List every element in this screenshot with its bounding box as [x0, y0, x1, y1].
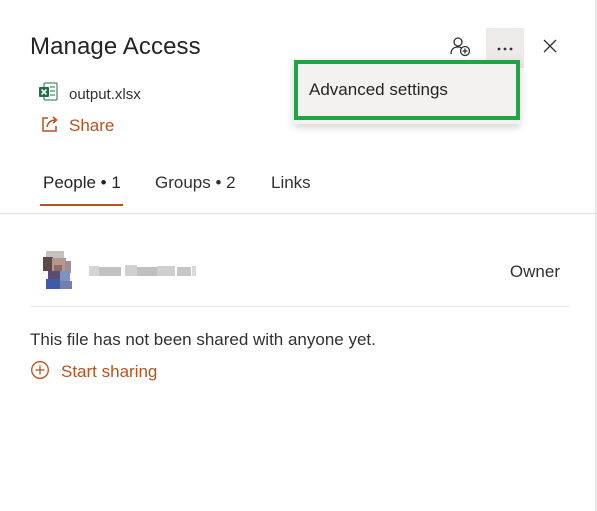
add-circle-icon: [30, 360, 50, 385]
tab-groups[interactable]: Groups • 2: [155, 173, 236, 211]
menu-item-advanced-settings[interactable]: Advanced settings: [294, 60, 520, 120]
owner-role: Owner: [509, 262, 560, 281]
start-sharing-label: Start sharing: [61, 362, 158, 381]
active-tab-indicator: [40, 204, 123, 206]
avatar: [40, 249, 76, 289]
row-divider: [30, 306, 570, 307]
manage-access-panel: Manage Access output.xlsx Share People •…: [0, 0, 597, 511]
excel-file-icon: [38, 82, 58, 107]
owner-row[interactable]: Owner: [30, 240, 570, 292]
close-icon: [542, 38, 558, 59]
page-title: Manage Access: [30, 33, 201, 60]
tabs-divider: [0, 213, 597, 214]
tab-links[interactable]: Links: [271, 173, 311, 211]
file-info: output.xlsx: [38, 82, 141, 107]
add-person-icon: [449, 35, 471, 62]
more-options-icon: [496, 39, 514, 57]
share-label: Share: [69, 116, 115, 135]
menu-item-label: Advanced settings: [309, 80, 448, 99]
empty-state-message: This file has not been shared with anyon…: [30, 330, 376, 349]
start-sharing-button[interactable]: Start sharing: [30, 360, 158, 385]
add-people-button[interactable]: [446, 34, 474, 62]
close-button[interactable]: [538, 36, 562, 60]
share-button[interactable]: Share: [40, 115, 114, 137]
file-name: output.xlsx: [69, 85, 141, 103]
owner-name-blurred: [89, 264, 197, 278]
share-icon: [40, 114, 60, 139]
more-options-menu: Advanced settings: [294, 60, 520, 124]
